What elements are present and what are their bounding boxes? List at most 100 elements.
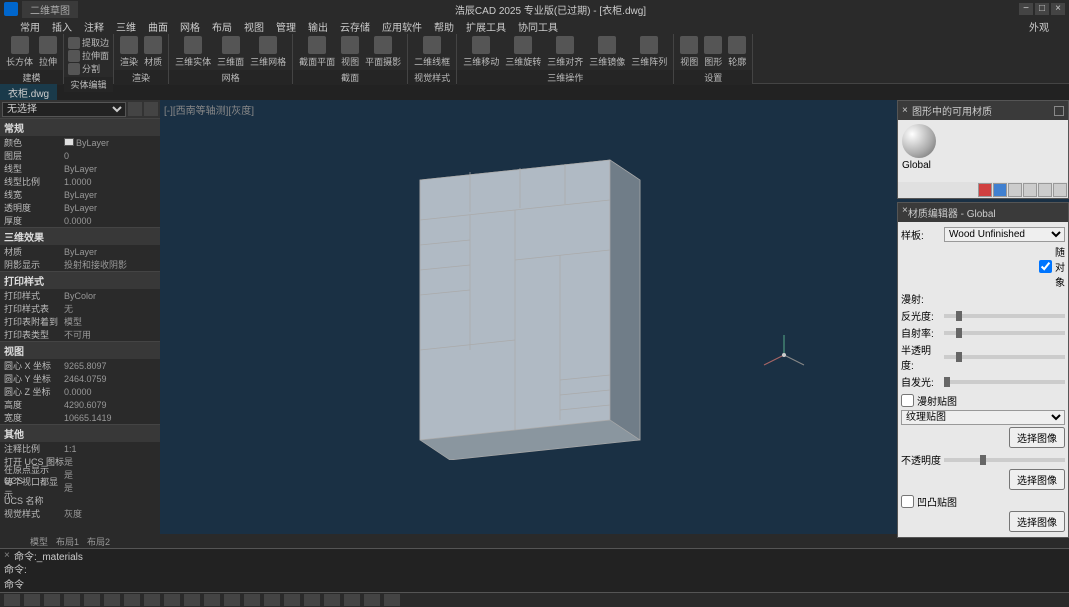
status-button-19[interactable] [384, 594, 400, 606]
status-button-16[interactable] [324, 594, 340, 606]
slider[interactable] [944, 331, 1065, 335]
mat-tool-1[interactable] [978, 183, 992, 197]
prop-row[interactable]: 线宽ByLayer [0, 188, 160, 201]
status-button-12[interactable] [244, 594, 260, 606]
prop-group-header[interactable]: 视图 [0, 342, 160, 359]
status-button-8[interactable] [164, 594, 180, 606]
status-button-10[interactable] [204, 594, 220, 606]
ribbon-1-row-2[interactable]: 分割 [68, 62, 109, 75]
select-image-3[interactable]: 选择图像 [1009, 511, 1065, 532]
close-materials-icon[interactable]: × [902, 105, 912, 116]
ribbon-4-0[interactable]: 截面平面 [297, 36, 337, 68]
sample-select[interactable]: Wood Unfinished [944, 227, 1065, 242]
ribbon-3-2[interactable]: 三维网格 [248, 36, 288, 68]
mat-tool-5[interactable] [1038, 183, 1052, 197]
select-image-1[interactable]: 选择图像 [1009, 427, 1065, 448]
prop-row[interactable]: 材质ByLayer [0, 245, 160, 258]
ribbon-3-1[interactable]: 三维面 [215, 36, 246, 68]
3d-viewport[interactable]: [-][西南等轴测][灰度] [160, 100, 1069, 534]
close-button[interactable]: × [1051, 3, 1065, 15]
diffuse-map-checkbox[interactable] [901, 394, 914, 407]
status-button-2[interactable] [44, 594, 60, 606]
prop-row[interactable]: 颜色ByLayer [0, 136, 160, 149]
status-button-14[interactable] [284, 594, 300, 606]
menu-11[interactable]: 应用软件 [382, 19, 422, 34]
prop-row[interactable]: 圆心 Y 坐标2464.0759 [0, 372, 160, 385]
status-button-17[interactable] [344, 594, 360, 606]
prop-row[interactable]: 宽度10665.1419 [0, 411, 160, 424]
prop-row[interactable]: 打印表类型不可用 [0, 328, 160, 341]
prop-row[interactable]: 每个视口都显示是 [0, 481, 160, 494]
ribbon-1-row-0[interactable]: 提取边 [68, 36, 109, 49]
ribbon-4-1[interactable]: 视图 [339, 36, 361, 68]
status-button-4[interactable] [84, 594, 100, 606]
menu-3[interactable]: 三维 [116, 19, 136, 34]
prop-row[interactable]: 厚度0.0000 [0, 214, 160, 227]
panel-toggle-icon[interactable] [1054, 106, 1064, 116]
prop-row[interactable]: 图层0 [0, 149, 160, 162]
status-button-1[interactable] [24, 594, 40, 606]
layout-tab-1[interactable]: 布局1 [56, 535, 79, 548]
status-button-3[interactable] [64, 594, 80, 606]
menu-9[interactable]: 输出 [308, 19, 328, 34]
ribbon-7-1[interactable]: 图形 [702, 36, 724, 68]
follow-object-checkbox[interactable] [1039, 260, 1052, 273]
ribbon-6-1[interactable]: 三维旋转 [503, 36, 543, 68]
ribbon-5-0[interactable]: 二维线框 [412, 36, 452, 68]
ribbon-1-row-1[interactable]: 拉伸面 [68, 49, 109, 62]
cmd-input[interactable]: 命令: [4, 561, 27, 576]
ribbon-4-2[interactable]: 平面摄影 [363, 36, 403, 68]
select-image-2[interactable]: 选择图像 [1009, 469, 1065, 490]
slider[interactable] [944, 355, 1065, 359]
prop-row[interactable]: UCS 名称 [0, 494, 160, 507]
ribbon-0-0[interactable]: 长方体 [4, 36, 35, 68]
status-button-6[interactable] [124, 594, 140, 606]
prop-group-header[interactable]: 常规 [0, 119, 160, 136]
quick-tab[interactable]: 二维草图 [22, 1, 78, 18]
maximize-button[interactable]: □ [1035, 3, 1049, 15]
prop-group-header[interactable]: 其他 [0, 425, 160, 442]
status-button-13[interactable] [264, 594, 280, 606]
ribbon-3-0[interactable]: 三维实体 [173, 36, 213, 68]
status-button-9[interactable] [184, 594, 200, 606]
ribbon-6-0[interactable]: 三维移动 [461, 36, 501, 68]
ribbon-6-2[interactable]: 三维对齐 [545, 36, 585, 68]
menu-1[interactable]: 插入 [52, 19, 72, 34]
texture-map-select[interactable]: 纹理贴图 [901, 410, 1065, 425]
ribbon-0-1[interactable]: 拉伸 [37, 36, 59, 68]
minimize-button[interactable]: − [1019, 3, 1033, 15]
prop-row[interactable]: 阴影显示投射和接收阴影 [0, 258, 160, 271]
prop-row[interactable]: 圆心 Z 坐标0.0000 [0, 385, 160, 398]
prop-row[interactable]: 圆心 X 坐标9265.8097 [0, 359, 160, 372]
layout-tab-2[interactable]: 布局2 [87, 535, 110, 548]
prop-row[interactable]: 注释比例1:1 [0, 442, 160, 455]
prop-row[interactable]: 打印样式表无 [0, 302, 160, 315]
menu-5[interactable]: 网格 [180, 19, 200, 34]
ribbon-2-1[interactable]: 材质 [142, 36, 164, 68]
status-button-11[interactable] [224, 594, 240, 606]
status-button-0[interactable] [4, 594, 20, 606]
prop-row[interactable]: 打印样式ByColor [0, 289, 160, 302]
mat-tool-3[interactable] [1008, 183, 1022, 197]
pick-icon[interactable] [144, 102, 158, 116]
menu-7[interactable]: 视图 [244, 19, 264, 34]
menu-2[interactable]: 注释 [84, 19, 104, 34]
menu-0[interactable]: 常用 [20, 19, 40, 34]
status-button-15[interactable] [304, 594, 320, 606]
prop-row[interactable]: 打印表附着到模型 [0, 315, 160, 328]
menu-12[interactable]: 帮助 [434, 19, 454, 34]
mat-tool-6[interactable] [1053, 183, 1067, 197]
cmd-close-icon[interactable]: × [4, 550, 14, 561]
prop-row[interactable]: 视觉样式灰度 [0, 507, 160, 520]
bump-map-checkbox[interactable] [901, 495, 914, 508]
prop-row[interactable]: 线型ByLayer [0, 162, 160, 175]
prop-row[interactable]: 线型比例1.0000 [0, 175, 160, 188]
menu-8[interactable]: 管理 [276, 19, 296, 34]
appearance-menu[interactable]: 外观 [1029, 19, 1049, 34]
prop-row[interactable]: 透明度ByLayer [0, 201, 160, 214]
status-button-5[interactable] [104, 594, 120, 606]
mat-tool-2[interactable] [993, 183, 1007, 197]
ribbon-2-0[interactable]: 渲染 [118, 36, 140, 68]
mat-tool-4[interactable] [1023, 183, 1037, 197]
prop-group-header[interactable]: 打印样式 [0, 272, 160, 289]
